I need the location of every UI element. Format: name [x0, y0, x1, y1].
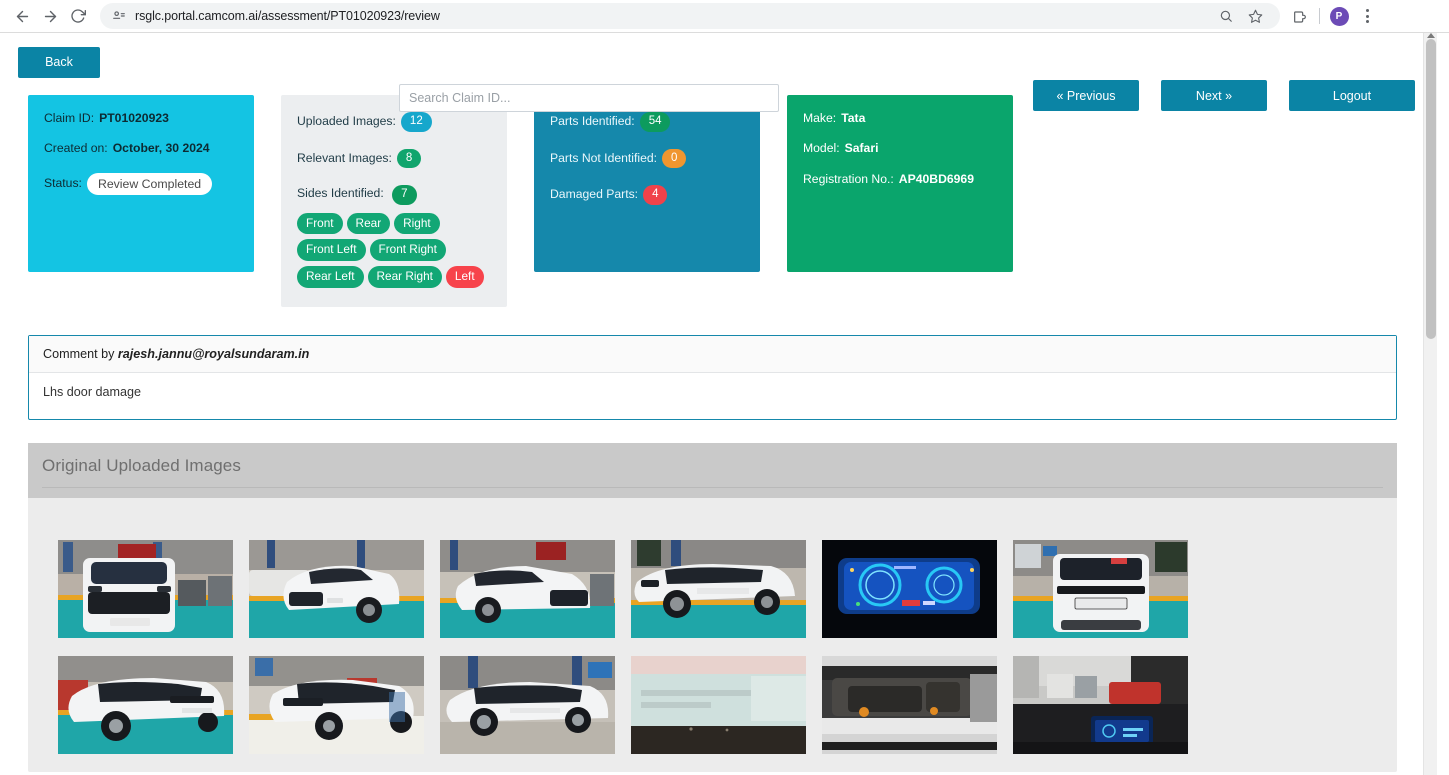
comment-by-label: Comment by: [43, 347, 118, 362]
registration-value: AP40BD6969: [898, 171, 974, 186]
zoom-icon[interactable]: [1213, 3, 1239, 29]
thumbnail-interior-dashboard-infotainment[interactable]: [1013, 656, 1188, 755]
sides-identified-count: 7: [392, 185, 417, 205]
status-row: Status: Review Completed: [44, 172, 238, 196]
search-input[interactable]: [399, 84, 779, 112]
star-icon[interactable]: [1242, 3, 1268, 29]
page-toolbar: Back « Previous Next » Logout: [0, 33, 1437, 112]
registration-label: Registration No.:: [803, 171, 894, 186]
thumbnail-rear-view-white-suv-plate[interactable]: [1013, 540, 1188, 639]
side-badge: Rear: [346, 212, 391, 235]
toolbar-divider: [1319, 8, 1320, 24]
panel-title: Original Uploaded Images: [42, 456, 1383, 489]
status-badge: Review Completed: [86, 172, 213, 196]
page-viewport: Back « Previous Next » Logout Claim ID: …: [0, 33, 1449, 775]
comment-box: Comment by rajesh.jannu@royalsundaram.in…: [28, 335, 1397, 421]
thumbnail-front-view-white-suv-garage[interactable]: [58, 540, 233, 639]
side-badge-missing: Left: [445, 266, 484, 289]
vehicle-info-card: Make: Tata Model: Safari Registration No…: [787, 95, 1013, 272]
side-badge: Rear Right: [367, 266, 442, 289]
model-label: Model:: [803, 141, 840, 156]
damaged-parts-row: Damaged Parts: 4: [550, 185, 744, 205]
sides-badge-list: Front Rear Right Front Left Front Right …: [297, 212, 497, 294]
avatar[interactable]: P: [1325, 2, 1353, 30]
scrollbar-thumb[interactable]: [1426, 39, 1436, 339]
search-claim-wrapper: [399, 84, 779, 112]
parts-identified-count: 54: [639, 112, 671, 132]
make-row: Make: Tata: [803, 111, 997, 125]
relevant-images-label: Relevant Images:: [297, 150, 392, 165]
claim-id-label: Claim ID:: [44, 111, 95, 125]
relevant-images-count: 8: [396, 148, 422, 169]
side-badge: Front Right: [369, 239, 446, 262]
original-uploaded-images-panel: Original Uploaded Images: [28, 443, 1397, 773]
next-button[interactable]: Next »: [1161, 80, 1267, 111]
model-value: Safari: [844, 141, 879, 156]
vertical-scrollbar[interactable]: [1423, 33, 1437, 775]
make-value: Tata: [841, 111, 866, 125]
back-button[interactable]: Back: [18, 46, 100, 78]
thumbnail-front-right-three-quarter-white-suv[interactable]: [440, 540, 615, 639]
parts-not-identified-row: Parts Not Identified: 0: [550, 148, 744, 169]
back-arrow-icon[interactable]: [8, 2, 36, 30]
uploaded-images-row: Uploaded Images: 12: [297, 112, 491, 132]
browser-toolbar: rsglc.portal.camcom.ai/assessment/PT0102…: [0, 0, 1449, 33]
kebab-menu-icon[interactable]: [1353, 2, 1381, 30]
thumbnail-right-side-white-suv[interactable]: [440, 656, 615, 755]
model-row: Model: Safari: [803, 141, 997, 156]
thumbnail-engine-bay-open-bonnet[interactable]: [822, 656, 997, 755]
created-on-label: Created on:: [44, 141, 108, 156]
parts-not-identified-count: 0: [662, 148, 687, 169]
scroll-up-arrow-icon[interactable]: [1427, 33, 1435, 38]
registration-row: Registration No.: AP40BD6969: [803, 171, 997, 186]
claim-id-row: Claim ID: PT01020923: [44, 111, 238, 125]
thumbnail-grid: [28, 498, 1397, 755]
comment-author: rajesh.jannu@royalsundaram.in: [117, 347, 310, 362]
comment-body-text: Lhs door damage: [43, 385, 142, 400]
side-badge: Rear Left: [297, 266, 364, 289]
side-badge: Right: [394, 212, 440, 235]
thumbnail-instrument-cluster-display[interactable]: [822, 540, 997, 639]
previous-button[interactable]: « Previous: [1033, 80, 1139, 111]
parts-not-identified-label: Parts Not Identified:: [550, 150, 658, 165]
parts-info-card: Parts Identified: 54 Parts Not Identifie…: [534, 95, 760, 272]
assessment-review-page: Back « Previous Next » Logout Claim ID: …: [0, 33, 1437, 775]
parts-identified-label: Parts Identified:: [550, 114, 635, 129]
forward-arrow-icon[interactable]: [36, 2, 64, 30]
uploaded-images-label: Uploaded Images:: [297, 114, 396, 129]
reload-icon[interactable]: [64, 2, 92, 30]
sides-identified-label: Sides Identified:: [297, 186, 384, 201]
images-info-card: Uploaded Images: 12 Relevant Images: 8 S…: [281, 95, 507, 308]
damaged-parts-count: 4: [643, 185, 668, 205]
address-bar[interactable]: rsglc.portal.camcom.ai/assessment/PT0102…: [100, 3, 1280, 29]
logout-button[interactable]: Logout: [1289, 80, 1415, 111]
side-badge: Front: [297, 212, 343, 235]
parts-identified-row: Parts Identified: 54: [550, 112, 744, 132]
toolbar-actions: « Previous Next » Logout: [1033, 80, 1415, 111]
thumbnail-front-left-three-quarter-white-suv[interactable]: [249, 540, 424, 639]
profile-initial: P: [1329, 6, 1349, 26]
sides-identified-row: Sides Identified: 7 Front Rear Right Fro…: [297, 185, 491, 293]
address-bar-url: rsglc.portal.camcom.ai/assessment/PT0102…: [135, 9, 440, 23]
extensions-icon[interactable]: [1286, 2, 1314, 30]
summary-cards: Claim ID: PT01020923 Created on: October…: [0, 95, 1437, 308]
damaged-parts-label: Damaged Parts:: [550, 187, 639, 202]
thumbnail-rear-right-three-quarter-white-suv[interactable]: [249, 656, 424, 755]
comment-header: Comment by rajesh.jannu@royalsundaram.in: [29, 336, 1396, 374]
claim-info-card: Claim ID: PT01020923 Created on: October…: [28, 95, 254, 272]
make-label: Make:: [803, 111, 837, 125]
thumbnail-blurred-document-closeup[interactable]: [631, 656, 806, 755]
site-settings-icon[interactable]: [112, 9, 126, 23]
created-on-row: Created on: October, 30 2024: [44, 141, 238, 156]
thumbnail-rear-left-three-quarter-white-suv[interactable]: [58, 656, 233, 755]
panel-header: Original Uploaded Images: [28, 443, 1397, 499]
thumbnail-left-side-white-suv-damage[interactable]: [631, 540, 806, 639]
created-on-value: October, 30 2024: [112, 141, 210, 156]
status-label: Status:: [44, 176, 82, 191]
uploaded-images-count: 12: [400, 112, 432, 132]
side-badge: Front Left: [297, 239, 366, 262]
claim-id-value: PT01020923: [99, 111, 169, 125]
relevant-images-row: Relevant Images: 8: [297, 148, 491, 169]
